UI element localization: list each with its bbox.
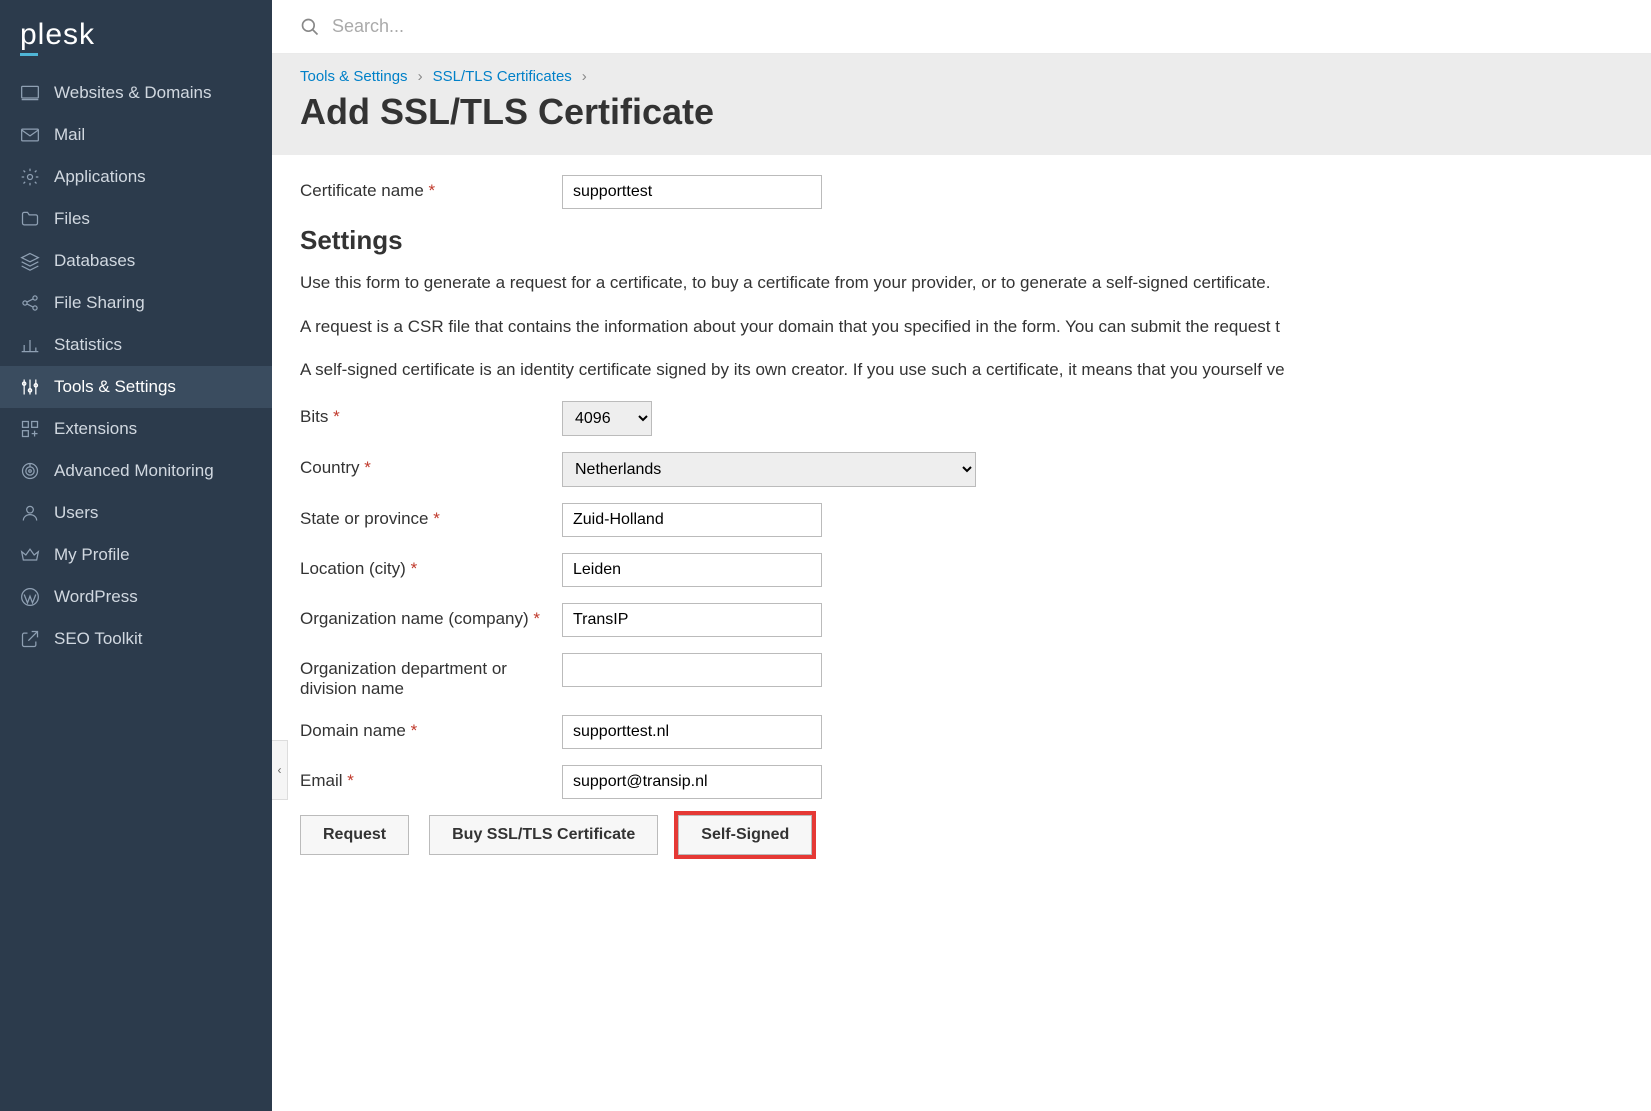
grid-plus-icon (20, 419, 40, 439)
domain-input[interactable] (562, 715, 822, 749)
settings-heading: Settings (300, 225, 1651, 256)
gear-icon (20, 167, 40, 187)
help-text-2: A request is a CSR file that contains th… (300, 314, 1651, 340)
breadcrumb: Tools & Settings › SSL/TLS Certificates … (300, 68, 1623, 85)
dept-input[interactable] (562, 653, 822, 687)
country-select[interactable]: Netherlands (562, 452, 976, 487)
cert-name-input[interactable] (562, 175, 822, 209)
brand-logo: plesk (0, 0, 272, 72)
crown-icon (20, 545, 40, 565)
user-icon (20, 503, 40, 523)
sidebar-item-seo-toolkit[interactable]: SEO Toolkit (0, 618, 272, 660)
sidebar-item-label: SEO Toolkit (54, 629, 143, 649)
buy-ssl-button[interactable]: Buy SSL/TLS Certificate (429, 815, 658, 855)
sidebar: plesk Websites & Domains Mail Applicatio… (0, 0, 272, 1111)
help-text-1: Use this form to generate a request for … (300, 270, 1651, 296)
share-icon (20, 293, 40, 313)
sidebar-item-label: Websites & Domains (54, 83, 211, 103)
sidebar-item-databases[interactable]: Databases (0, 240, 272, 282)
email-label: Email * (300, 765, 562, 791)
sidebar-item-statistics[interactable]: Statistics (0, 324, 272, 366)
sidebar-item-advanced-monitoring[interactable]: Advanced Monitoring (0, 450, 272, 492)
org-label: Organization name (company) * (300, 603, 562, 629)
page-title: Add SSL/TLS Certificate (300, 91, 1623, 133)
search-bar (272, 0, 1651, 54)
cert-name-label: Certificate name * (300, 175, 562, 201)
sidebar-item-label: Mail (54, 125, 85, 145)
sidebar-item-label: Tools & Settings (54, 377, 176, 397)
sidebar-item-label: File Sharing (54, 293, 145, 313)
chevron-right-icon: › (418, 68, 423, 85)
dept-label: Organization department or division name (300, 653, 562, 699)
sidebar-item-label: My Profile (54, 545, 130, 565)
radar-icon (20, 461, 40, 481)
sidebar-item-label: Advanced Monitoring (54, 461, 214, 481)
country-label: Country * (300, 452, 562, 478)
city-label: Location (city) * (300, 553, 562, 579)
sidebar-item-tools-settings[interactable]: Tools & Settings (0, 366, 272, 408)
sidebar-collapse-handle[interactable]: ‹ (272, 740, 288, 800)
sidebar-item-extensions[interactable]: Extensions (0, 408, 272, 450)
sidebar-item-label: Files (54, 209, 90, 229)
sidebar-item-wordpress[interactable]: WordPress (0, 576, 272, 618)
bits-label: Bits * (300, 401, 562, 427)
search-icon (300, 17, 320, 37)
email-input[interactable] (562, 765, 822, 799)
sidebar-item-users[interactable]: Users (0, 492, 272, 534)
sidebar-item-label: Extensions (54, 419, 137, 439)
monitor-icon (20, 83, 40, 103)
breadcrumb-ssl-certificates[interactable]: SSL/TLS Certificates (433, 68, 572, 85)
sidebar-item-files[interactable]: Files (0, 198, 272, 240)
sidebar-item-websites-domains[interactable]: Websites & Domains (0, 72, 272, 114)
wordpress-icon (20, 587, 40, 607)
sliders-icon (20, 377, 40, 397)
sidebar-item-label: Statistics (54, 335, 122, 355)
external-icon (20, 629, 40, 649)
search-input[interactable] (332, 16, 1623, 37)
main-content: Tools & Settings › SSL/TLS Certificates … (272, 0, 1651, 1111)
content-header: Tools & Settings › SSL/TLS Certificates … (272, 54, 1651, 155)
bits-select[interactable]: 4096 (562, 401, 652, 436)
layers-icon (20, 251, 40, 271)
breadcrumb-tools-settings[interactable]: Tools & Settings (300, 68, 408, 85)
sidebar-nav: Websites & Domains Mail Applications Fil… (0, 72, 272, 660)
org-input[interactable] (562, 603, 822, 637)
sidebar-item-label: Databases (54, 251, 135, 271)
help-text-3: A self-signed certificate is an identity… (300, 357, 1651, 383)
sidebar-item-applications[interactable]: Applications (0, 156, 272, 198)
chevron-left-icon: ‹ (278, 763, 282, 777)
form-content: Certificate name * Settings Use this for… (272, 155, 1651, 875)
state-input[interactable] (562, 503, 822, 537)
sidebar-item-mail[interactable]: Mail (0, 114, 272, 156)
domain-label: Domain name * (300, 715, 562, 741)
chevron-right-icon: › (582, 68, 587, 85)
sidebar-item-label: Applications (54, 167, 146, 187)
action-buttons: Request Buy SSL/TLS Certificate Self-Sig… (300, 815, 1651, 855)
self-signed-button[interactable]: Self-Signed (678, 815, 812, 855)
city-input[interactable] (562, 553, 822, 587)
sidebar-item-file-sharing[interactable]: File Sharing (0, 282, 272, 324)
request-button[interactable]: Request (300, 815, 409, 855)
folder-icon (20, 209, 40, 229)
bar-chart-icon (20, 335, 40, 355)
sidebar-item-label: WordPress (54, 587, 138, 607)
state-label: State or province * (300, 503, 562, 529)
mail-icon (20, 125, 40, 145)
sidebar-item-label: Users (54, 503, 98, 523)
sidebar-item-my-profile[interactable]: My Profile (0, 534, 272, 576)
